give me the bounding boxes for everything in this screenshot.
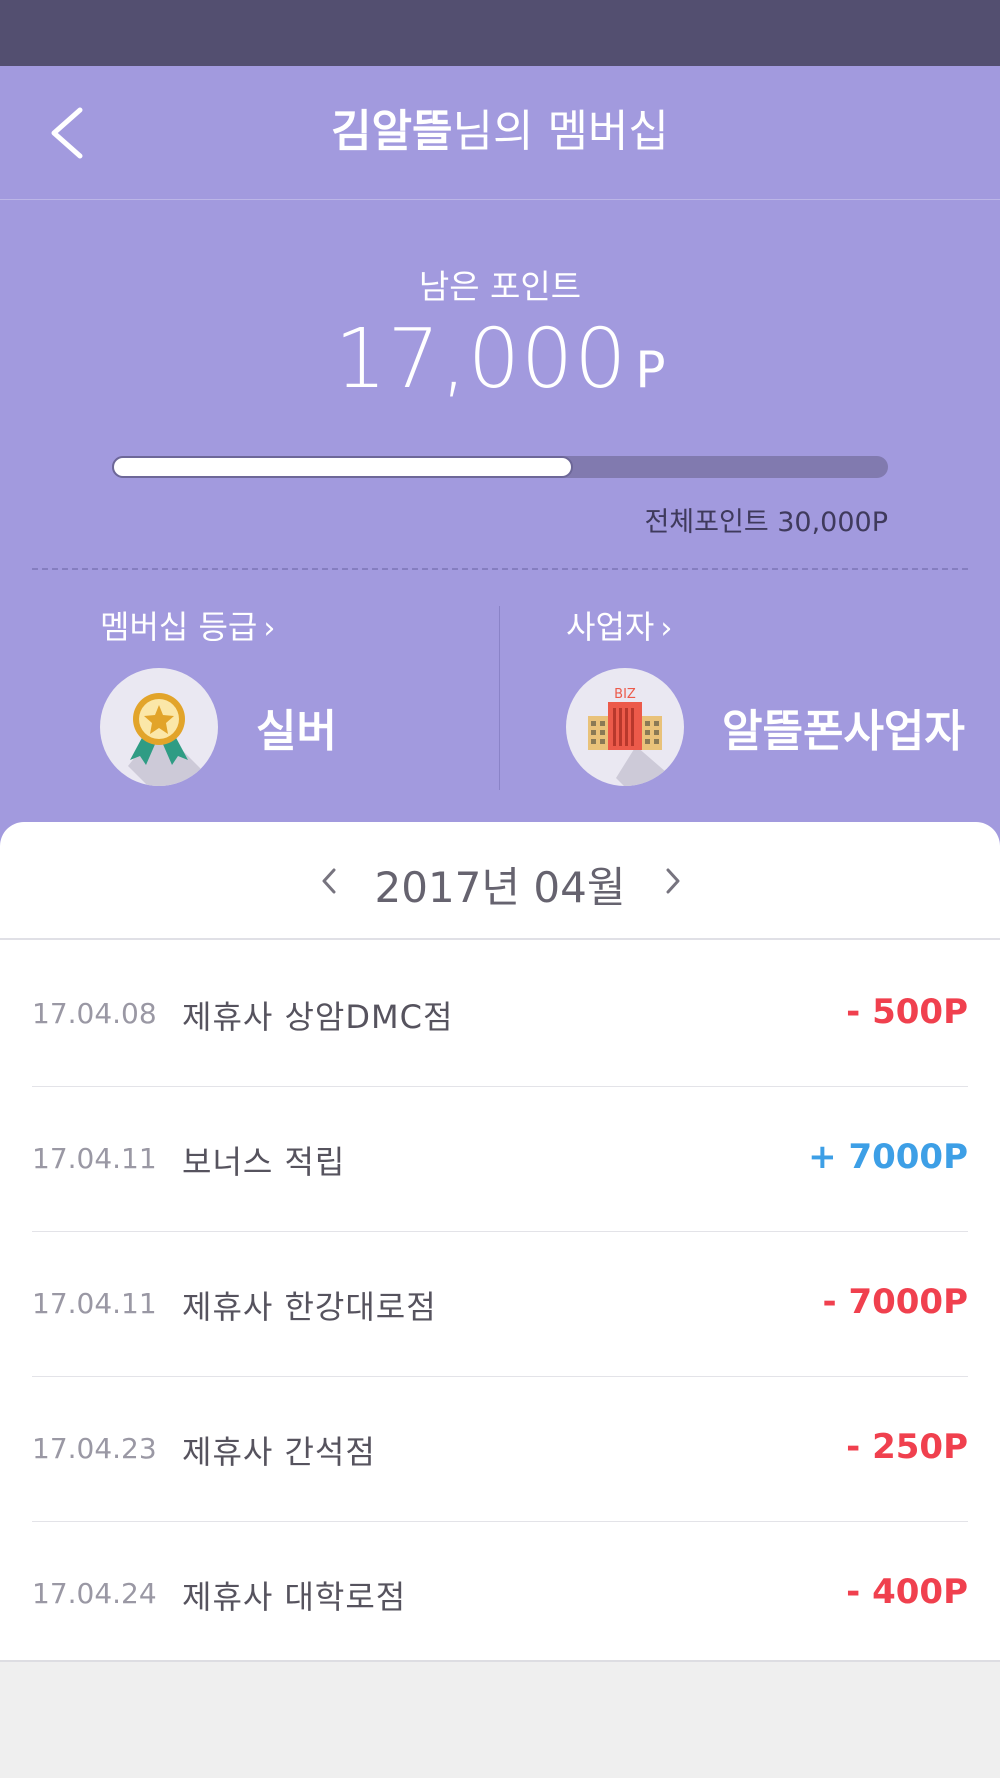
remaining-points-label: 남은 포인트 bbox=[418, 267, 582, 306]
transaction-description: 제휴사 한강대로점 bbox=[182, 1288, 437, 1326]
business-value: 알뜰폰사업자 bbox=[722, 706, 965, 757]
history-card: 2017년 04월 17.04.08 제휴사 상암DMC점 - 500P 17.04.… bbox=[0, 822, 1000, 1662]
month-navigator: 2017년 04월 bbox=[0, 822, 1000, 940]
transaction-amount: + 7000P bbox=[808, 1137, 968, 1177]
chevron-right-icon: › bbox=[660, 611, 673, 646]
membership-grade-section: 멤버십 등급 › 실버 bbox=[100, 602, 337, 786]
transaction-row: 17.04.23 제휴사 간석점 - 250P bbox=[32, 1377, 968, 1522]
transaction-date: 17.04.08 bbox=[32, 997, 157, 1030]
points-progress-bar bbox=[112, 456, 888, 478]
membership-grade-link[interactable]: 멤버십 등급 › bbox=[100, 602, 275, 648]
transaction-row: 17.04.11 보너스 적립 + 7000P bbox=[32, 1087, 968, 1232]
building-icon: BIZ bbox=[566, 668, 684, 786]
remaining-points-value: 17,000 bbox=[334, 312, 628, 407]
transaction-description: 보너스 적립 bbox=[182, 1143, 346, 1181]
total-points: 전체포인트 30,000P bbox=[644, 507, 888, 538]
vertical-divider bbox=[499, 606, 500, 790]
transaction-list: 17.04.08 제휴사 상암DMC점 - 500P 17.04.11 보너스 적립 + … bbox=[32, 942, 968, 1667]
status-bar bbox=[0, 0, 1000, 66]
transaction-description: 제휴사 대학로점 bbox=[182, 1578, 407, 1616]
next-month-button[interactable] bbox=[652, 858, 692, 904]
membership-grade-value: 실버 bbox=[256, 706, 337, 757]
divider bbox=[32, 568, 968, 570]
transaction-date: 17.04.24 bbox=[32, 1577, 157, 1610]
chevron-right-icon bbox=[666, 868, 680, 894]
transaction-date: 17.04.11 bbox=[32, 1287, 157, 1320]
page-title: 김알뜰님의 멤버십 bbox=[0, 102, 1000, 162]
transaction-date: 17.04.23 bbox=[32, 1432, 157, 1465]
business-section: 사업자 › BIZ 알뜰폰사업자 bbox=[566, 602, 965, 786]
points-unit: P bbox=[635, 341, 666, 399]
transaction-amount: - 500P bbox=[846, 992, 968, 1032]
transaction-amount: - 250P bbox=[846, 1427, 968, 1467]
title-suffix: 님의 멤버십 bbox=[452, 106, 669, 157]
chevron-right-icon: › bbox=[263, 611, 276, 646]
month-label: 2017년 04월 bbox=[374, 863, 626, 912]
user-name: 김알뜰 bbox=[331, 106, 453, 157]
business-link[interactable]: 사업자 › bbox=[566, 602, 672, 648]
membership-summary: 김알뜰님의 멤버십 남은 포인트 17,000 P 전체포인트 30,000P 멤… bbox=[0, 66, 1000, 866]
transaction-row: 17.04.11 제휴사 한강대로점 - 7000P bbox=[32, 1232, 968, 1377]
membership-grade-label: 멤버십 등급 bbox=[100, 608, 258, 646]
biz-icon-text: BIZ bbox=[614, 687, 636, 702]
points-progress-fill bbox=[112, 456, 574, 478]
transaction-amount: - 400P bbox=[846, 1572, 968, 1612]
business-label: 사업자 bbox=[566, 608, 655, 646]
transaction-date: 17.04.11 bbox=[32, 1142, 157, 1175]
remaining-points: 17,000 P bbox=[0, 312, 1000, 407]
transaction-amount: - 7000P bbox=[822, 1282, 969, 1322]
transaction-description: 제휴사 간석점 bbox=[182, 1433, 376, 1471]
transaction-row: 17.04.24 제휴사 대학로점 - 400P bbox=[32, 1522, 968, 1667]
header-bar: 김알뜰님의 멤버십 bbox=[0, 66, 1000, 200]
medal-icon bbox=[100, 668, 218, 786]
transaction-row: 17.04.08 제휴사 상암DMC점 - 500P bbox=[32, 942, 968, 1087]
transaction-description: 제휴사 상암DMC점 bbox=[182, 998, 454, 1036]
